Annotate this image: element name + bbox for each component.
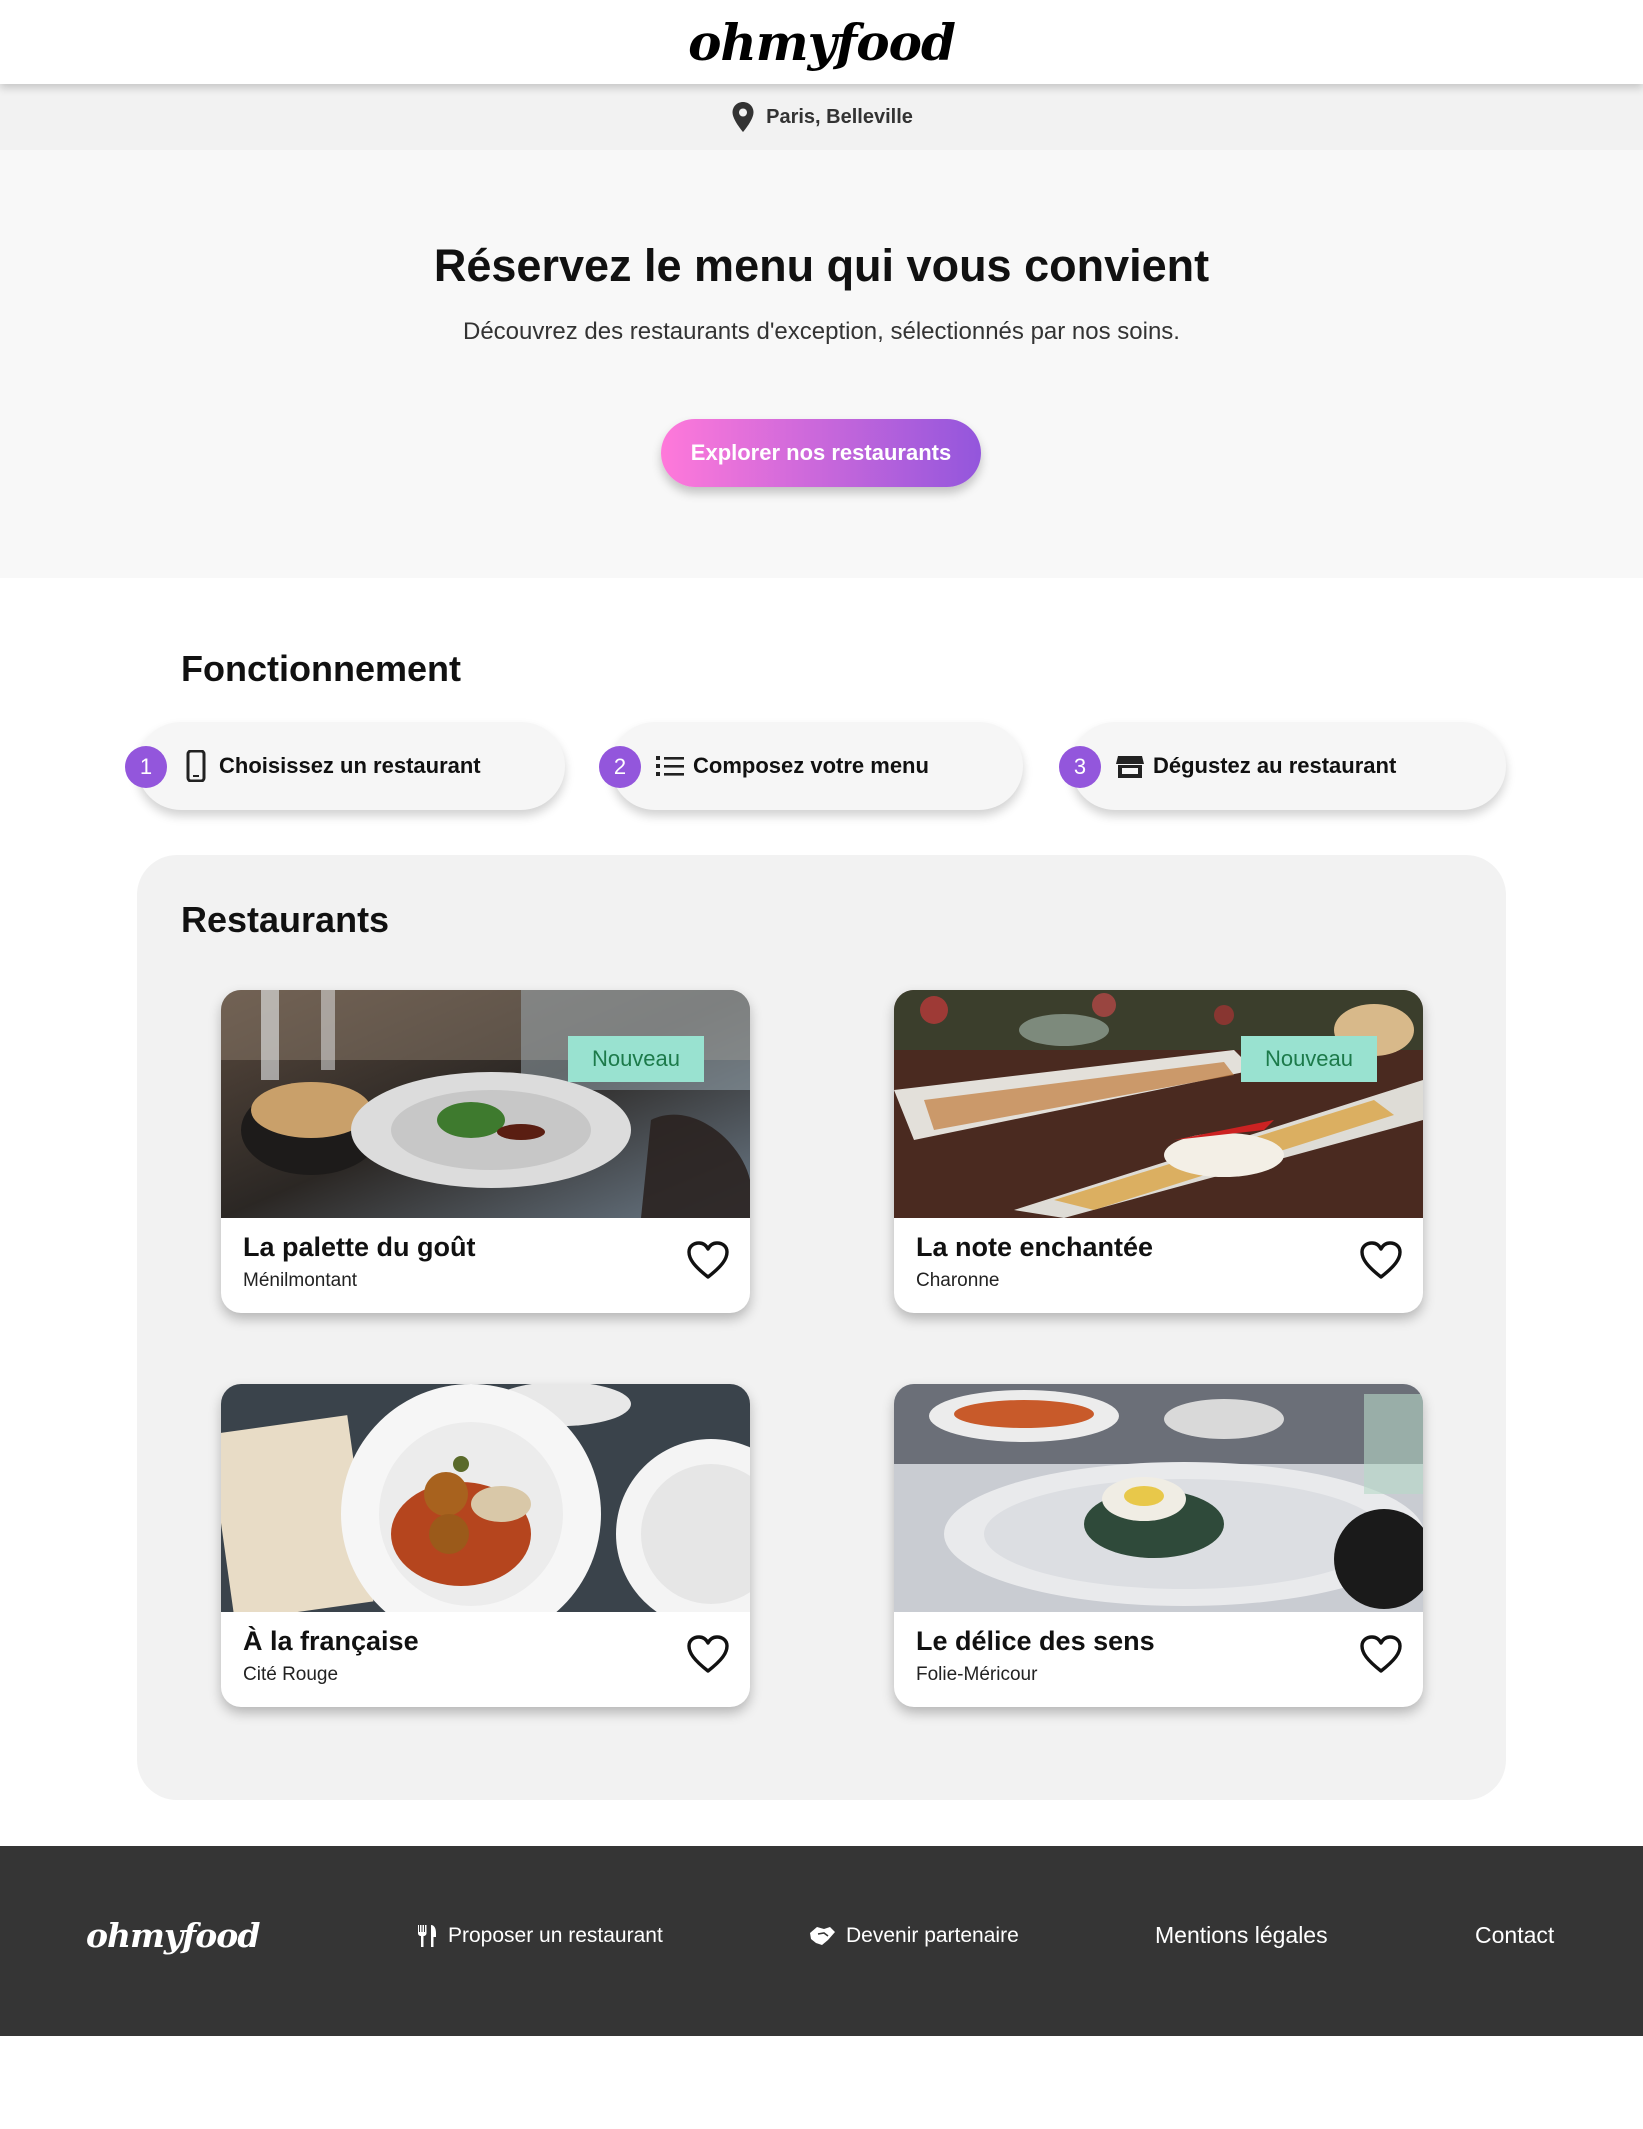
footer-link-label: Proposer un restaurant [448, 1924, 663, 1947]
restaurant-name: Le délice des sens [916, 1626, 1155, 1656]
footer-link-label: Mentions légales [1155, 1922, 1328, 1948]
restaurant-area: Folie-Méricour [916, 1664, 1038, 1685]
footer-link-propose-restaurant[interactable]: Proposer un restaurant [416, 1924, 663, 1948]
step-number: 3 [1059, 746, 1101, 788]
footer-link-label: Contact [1475, 1922, 1555, 1948]
footer-link-label: Devenir partenaire [846, 1924, 1019, 1947]
footer-link-become-partner[interactable]: Devenir partenaire [808, 1924, 1019, 1948]
location-text: Paris, Belleville [766, 105, 913, 128]
hero-subtitle: Découvrez des restaurants d'exception, s… [463, 318, 1180, 345]
footer-link-contact[interactable]: Contact [1475, 1922, 1554, 1949]
restaurants-title: Restaurants [181, 899, 390, 940]
step-label: Dégustez au restaurant [1153, 753, 1397, 778]
restaurants-section: Restaurants Nouveau La palette du goût M… [137, 855, 1506, 1800]
heart-icon[interactable] [686, 1240, 730, 1280]
hero-title: Réservez le menu qui vous convient [433, 240, 1210, 291]
footer-link-legal[interactable]: Mentions légales [1155, 1922, 1328, 1949]
hero-section: Réservez le menu qui vous convient Décou… [0, 150, 1643, 578]
new-badge: Nouveau [568, 1036, 704, 1082]
utensils-icon [418, 1925, 436, 1947]
how-it-works-title: Fonctionnement [181, 648, 461, 689]
restaurant-photo [221, 1384, 750, 1612]
step-taste-restaurant: 3 Dégustez au restaurant [1059, 722, 1506, 810]
restaurant-card[interactable]: Nouveau La note enchantée Charonne [894, 990, 1423, 1313]
restaurant-photo [894, 990, 1423, 1218]
mobile-phone-icon [186, 750, 206, 782]
site-footer: ohmyfood Proposer un restaurant Devenir … [0, 1846, 1643, 2036]
footer-logo[interactable]: ohmyfood [86, 1916, 260, 1955]
restaurant-area: Charonne [916, 1270, 1000, 1291]
restaurant-card[interactable]: Nouveau La palette du goût Ménilmontant [221, 990, 750, 1313]
heart-icon[interactable] [1359, 1240, 1403, 1280]
new-badge: Nouveau [1241, 1036, 1377, 1082]
restaurant-card[interactable]: À la française Cité Rouge [221, 1384, 750, 1707]
site-logo[interactable]: ohmyfood [688, 13, 956, 72]
handshake-icon [810, 1927, 835, 1945]
list-icon [656, 756, 684, 776]
restaurant-name: La note enchantée [916, 1232, 1154, 1262]
explore-restaurants-button[interactable]: Explorer nos restaurants [661, 419, 981, 487]
restaurant-name: À la française [243, 1626, 419, 1656]
step-number: 1 [125, 746, 167, 788]
restaurant-photo [894, 1384, 1423, 1612]
step-choose-restaurant: 1 Choisissez un restaurant [125, 722, 565, 810]
page: ohmyfood Paris, Belleville Réservez le m… [0, 0, 1643, 2129]
storefront-icon [1116, 756, 1144, 778]
site-header: ohmyfood [0, 0, 1643, 84]
restaurant-area: Cité Rouge [243, 1664, 339, 1685]
restaurant-name: La palette du goût [243, 1232, 476, 1262]
restaurant-area: Ménilmontant [243, 1270, 358, 1291]
restaurant-card[interactable]: Le délice des sens Folie-Méricour [894, 1384, 1423, 1707]
restaurant-photo [221, 990, 750, 1218]
step-compose-menu: 2 Composez votre menu [599, 722, 1023, 810]
heart-icon[interactable] [686, 1634, 730, 1674]
step-label: Composez votre menu [693, 753, 929, 778]
step-number: 2 [599, 746, 641, 788]
location-bar: Paris, Belleville [0, 84, 1643, 150]
step-label: Choisissez un restaurant [219, 753, 481, 778]
heart-icon[interactable] [1359, 1634, 1403, 1674]
map-pin-icon [732, 102, 754, 132]
